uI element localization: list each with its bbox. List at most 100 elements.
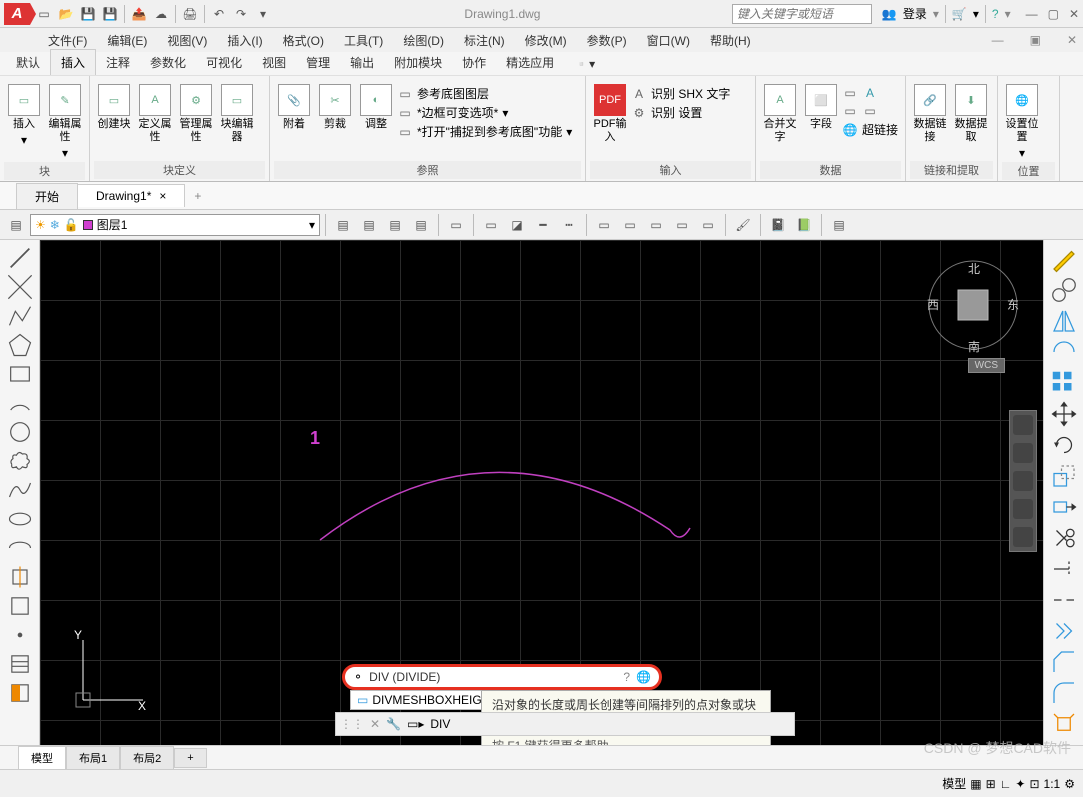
underlay-layers-button[interactable]: ▭参考底图图层 xyxy=(397,85,572,102)
break-icon[interactable] xyxy=(1049,585,1079,615)
rotate-icon[interactable] xyxy=(1049,430,1079,460)
recognize-shx-button[interactable]: A识别 SHX 文字 xyxy=(631,85,730,102)
data-link-button[interactable]: 🔗数据链接 xyxy=(910,82,950,146)
mirror-icon[interactable] xyxy=(1049,306,1079,336)
menu-view[interactable]: 视图(V) xyxy=(167,32,207,49)
menu-tools[interactable]: 工具(T) xyxy=(344,32,383,49)
layer-off-icon[interactable]: ▭ xyxy=(670,213,694,237)
scale-icon[interactable] xyxy=(1049,461,1079,491)
app-logo[interactable]: A xyxy=(4,3,30,25)
explode-icon[interactable] xyxy=(1049,709,1079,739)
menu-file[interactable]: 文件(F) xyxy=(48,32,87,49)
trim-icon[interactable] xyxy=(1049,523,1079,553)
open-icon[interactable]: 📂 xyxy=(56,4,76,24)
layer-walk-icon[interactable]: ▭ xyxy=(696,213,720,237)
menu-help[interactable]: 帮助(H) xyxy=(710,32,751,49)
layer-dropdown[interactable]: ☀ ❄ 🔓 图层1 ▾ xyxy=(30,214,320,236)
polygon-icon[interactable] xyxy=(6,331,34,359)
tab-close-icon[interactable]: × xyxy=(159,189,166,203)
menu-insert[interactable]: 插入(I) xyxy=(227,32,262,49)
layer-manager-icon[interactable]: ▤ xyxy=(4,213,28,237)
drawing-canvas[interactable]: 1 XY 北 南 西 东 WCS ⚬ xyxy=(40,240,1043,745)
polyline-icon[interactable] xyxy=(6,302,34,330)
chamfer-icon[interactable] xyxy=(1049,647,1079,677)
move-icon[interactable] xyxy=(1049,399,1079,429)
menu-modify[interactable]: 修改(M) xyxy=(525,32,567,49)
ole-button[interactable]: ▭A xyxy=(842,85,898,101)
point-icon[interactable] xyxy=(6,621,34,649)
measure-icon[interactable]: ▭ xyxy=(592,213,616,237)
ribbon-tab-insert[interactable]: 插入 xyxy=(50,49,96,75)
menu-edit[interactable]: 编辑(E) xyxy=(107,32,147,49)
dynamic-input-box[interactable]: ⚬ DIV (DIVIDE) ? 🌐 xyxy=(342,664,662,690)
recognize-settings-button[interactable]: ⚙识别 设置 xyxy=(631,104,730,121)
pdf-import-button[interactable]: PDFPDF输入 xyxy=(590,82,630,146)
menu-param[interactable]: 参数(P) xyxy=(587,32,627,49)
status-model[interactable]: 模型 xyxy=(942,775,966,792)
fillet-icon[interactable] xyxy=(1049,678,1079,708)
linetype-icon[interactable]: ┅ xyxy=(557,213,581,237)
ribbon-tab-parametric[interactable]: 参数化 xyxy=(140,50,196,75)
make-block-icon[interactable] xyxy=(6,592,34,620)
minimize-icon[interactable]: — xyxy=(1026,7,1038,21)
status-osnap-icon[interactable]: ⊡ xyxy=(1029,777,1039,791)
join-icon[interactable] xyxy=(1049,616,1079,646)
status-ortho-icon[interactable]: ∟ xyxy=(1000,777,1012,791)
field-button[interactable]: ⬜字段 xyxy=(801,82,841,133)
layer-settings-icon[interactable]: ▤ xyxy=(827,213,851,237)
search-input[interactable] xyxy=(732,4,872,24)
ribbon-tab-manage[interactable]: 管理 xyxy=(296,50,340,75)
qat-dropdown-icon[interactable]: ▾ xyxy=(253,4,273,24)
construction-line-icon[interactable] xyxy=(6,273,34,301)
insert-block-button[interactable]: ▭插入▾ xyxy=(4,82,44,149)
cmdline-handle-icon[interactable]: ⋮⋮ xyxy=(340,717,364,731)
doc-minimize-icon[interactable]: — xyxy=(992,33,1010,47)
erase-icon[interactable] xyxy=(1049,275,1079,305)
status-grid-icon[interactable]: ▦ xyxy=(970,777,981,791)
layer-states-icon[interactable]: ▤ xyxy=(331,213,355,237)
combine-text-button[interactable]: A合并文字 xyxy=(760,82,800,146)
hatch-icon[interactable] xyxy=(6,650,34,678)
undo-icon[interactable]: ↶ xyxy=(209,4,229,24)
navigation-bar[interactable] xyxy=(1009,410,1037,552)
layout1-tab[interactable]: 布局1 xyxy=(66,746,120,770)
copy-props-icon[interactable]: ▭ xyxy=(618,213,642,237)
login-link[interactable]: 登录 xyxy=(903,5,927,22)
lineweight-icon[interactable]: ━ xyxy=(531,213,555,237)
layer-prev-icon[interactable]: ▤ xyxy=(383,213,407,237)
make-current-icon[interactable]: ▭ xyxy=(444,213,468,237)
app-home-icon[interactable]: ▾ xyxy=(973,7,979,21)
ribbon-tab-view[interactable]: 视图 xyxy=(252,50,296,75)
ribbon-tab-addons[interactable]: 附加模块 xyxy=(384,50,452,75)
frames-vary-button[interactable]: ▭*边框可变选项*▾ xyxy=(397,104,572,121)
nav-zoom-icon[interactable] xyxy=(1013,471,1033,491)
status-polar-icon[interactable]: ✦ xyxy=(1015,777,1025,791)
command-line[interactable]: ⋮⋮ ✕ 🔧 ▭▸ DIV xyxy=(335,712,795,736)
menu-window[interactable]: 窗口(W) xyxy=(647,32,690,49)
viewcube[interactable]: 北 南 西 东 xyxy=(923,255,1023,355)
add-layout-tab[interactable]: + xyxy=(174,748,206,768)
print-icon[interactable]: 🖨 xyxy=(180,4,200,24)
manage-attr-button[interactable]: ⚙管理属性 xyxy=(176,82,216,146)
notes-icon[interactable]: 📓 xyxy=(766,213,790,237)
wcs-badge[interactable]: WCS xyxy=(968,358,1005,373)
user-icon[interactable]: 👥 xyxy=(882,7,897,21)
array-icon[interactable] xyxy=(1049,368,1079,398)
brush-icon[interactable]: 🖌 xyxy=(731,213,755,237)
doc-restore-icon[interactable]: ▣ xyxy=(1030,33,1047,47)
status-scale[interactable]: 1:1 xyxy=(1044,777,1061,791)
spline-icon[interactable] xyxy=(6,476,34,504)
nav-pan-icon[interactable] xyxy=(1013,443,1033,463)
block-editor-button[interactable]: ▭块编辑器 xyxy=(217,82,257,146)
insert-block-icon[interactable] xyxy=(6,563,34,591)
doc-close-icon[interactable]: ✕ xyxy=(1067,33,1083,47)
color-swatch-icon[interactable]: ◪ xyxy=(505,213,529,237)
close-icon[interactable]: ✕ xyxy=(1069,7,1079,21)
cart-icon[interactable]: 🛒 xyxy=(952,7,967,21)
redo-icon[interactable]: ↷ xyxy=(231,4,251,24)
nav-showmotion-icon[interactable] xyxy=(1013,527,1033,547)
circle-icon[interactable] xyxy=(6,418,34,446)
offset-icon[interactable] xyxy=(1049,337,1079,367)
share-icon[interactable]: 📤 xyxy=(129,4,149,24)
snap-underlay-button[interactable]: ▭*打开"捕捉到参考底图"功能▾ xyxy=(397,123,572,140)
